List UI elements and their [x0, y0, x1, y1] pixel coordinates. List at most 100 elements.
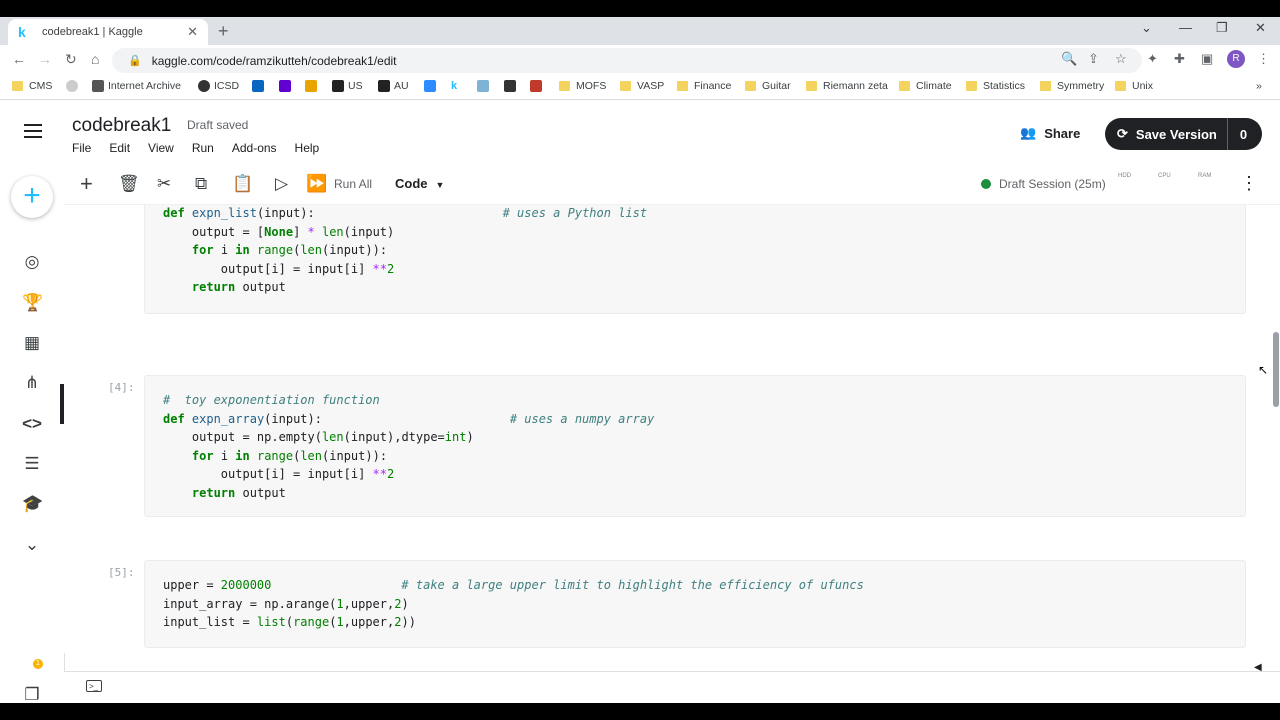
- code-cell[interactable]: upper = 2000000 # take a large upper lim…: [144, 560, 1246, 648]
- menu-run[interactable]: Run: [192, 141, 214, 155]
- url-text[interactable]: kaggle.com/code/ramzikutteh/codebreak1/e…: [152, 54, 397, 68]
- delete-icon[interactable]: 🗑: [118, 174, 140, 194]
- code-icon[interactable]: <>: [22, 414, 42, 434]
- models-icon[interactable]: ⋔: [22, 373, 42, 393]
- bookmark-vasp[interactable]: VASP: [620, 80, 664, 92]
- run-all-icon[interactable]: ⏩: [306, 174, 327, 194]
- bookmark-finance[interactable]: Finance: [677, 80, 731, 92]
- learn-icon[interactable]: 🎓: [22, 494, 43, 514]
- bookmark-cms[interactable]: CMS: [12, 80, 52, 92]
- cell-type-select[interactable]: Code ▼: [395, 176, 444, 191]
- bookmark-unix[interactable]: Unix: [1115, 80, 1153, 92]
- reload-icon[interactable]: ↻: [65, 51, 77, 68]
- cpu-meter: CPU: [1158, 173, 1171, 179]
- bookmark-internet-archive[interactable]: Internet Archive: [92, 80, 181, 92]
- create-button[interactable]: +: [11, 176, 53, 218]
- scrollbar-track[interactable]: [1272, 205, 1280, 653]
- run-cell-icon[interactable]: ▷: [275, 174, 288, 194]
- menu-help[interactable]: Help: [295, 141, 320, 155]
- add-cell-icon[interactable]: +: [80, 173, 93, 195]
- code-editor[interactable]: def expn_list(input): # uses a Python li…: [163, 205, 647, 297]
- browser-tab[interactable]: k codebreak1 | Kaggle ✕: [8, 19, 208, 45]
- run-all-button[interactable]: Run All: [334, 177, 372, 191]
- code-editor[interactable]: upper = 2000000 # take a large upper lim…: [163, 576, 864, 632]
- save-version-button[interactable]: ⟳ Save Version 0: [1105, 118, 1262, 150]
- share-page-icon[interactable]: ⇪: [1088, 51, 1099, 67]
- code-cell[interactable]: # toy exponentiation function def expn_a…: [144, 375, 1246, 517]
- folder-icon: [806, 81, 817, 91]
- paste-icon[interactable]: 📋: [232, 174, 253, 194]
- forward-icon[interactable]: →: [38, 51, 52, 67]
- share-button[interactable]: 👥 Share: [1020, 125, 1080, 141]
- table-icon[interactable]: ▦: [22, 333, 42, 353]
- bookmark-linkedin[interactable]: [252, 80, 268, 92]
- extensions-puzzle-icon[interactable]: ✚: [1174, 51, 1185, 67]
- recent-items-icon[interactable]: ❐: [22, 685, 42, 703]
- scrollbar-thumb[interactable]: [1273, 332, 1279, 407]
- bookmark-riemann-zeta[interactable]: Riemann zeta: [806, 80, 888, 92]
- compass-icon[interactable]: ◎: [22, 252, 42, 272]
- bookmark-guitar[interactable]: Guitar: [745, 80, 791, 92]
- browser-menu-icon[interactable]: ⋮: [1257, 51, 1270, 67]
- tab-search-icon[interactable]: ⌄: [1141, 20, 1152, 36]
- code-cell[interactable]: def expn_list(input): # uses a Python li…: [144, 205, 1246, 314]
- zoom-icon[interactable]: 🔍: [1061, 51, 1077, 67]
- minimize-icon[interactable]: —: [1179, 20, 1192, 35]
- menu-file[interactable]: File: [72, 141, 91, 155]
- archive-icon: [92, 80, 104, 92]
- bookmark-statistics[interactable]: Statistics: [966, 80, 1025, 92]
- more-bookmarks-icon[interactable]: »: [1256, 80, 1262, 92]
- bookmark-data[interactable]: [530, 80, 546, 92]
- code-editor[interactable]: # toy exponentiation function def expn_a…: [163, 391, 654, 502]
- trophy-icon[interactable]: 🏆: [22, 293, 43, 313]
- lock-icon[interactable]: 🔒: [128, 54, 142, 67]
- url-bar[interactable]: 🔒 kaggle.com/code/ramzikutteh/codebreak1…: [112, 48, 1142, 73]
- bookmark-mofs[interactable]: MOFS: [559, 80, 606, 92]
- hamburger-menu-icon[interactable]: [24, 124, 42, 142]
- bookmark-yahoo[interactable]: [279, 80, 295, 92]
- folder-icon: [1115, 81, 1126, 91]
- bookmark-amazon-us[interactable]: US: [332, 80, 363, 92]
- tab-strip: k codebreak1 | Kaggle ✕ + ⌄ — ❐ ✕: [0, 17, 1280, 45]
- bookmark-star-icon[interactable]: ☆: [1115, 51, 1127, 67]
- bookmark-amazon-au[interactable]: AU: [378, 80, 409, 92]
- window-close-icon[interactable]: ✕: [1255, 20, 1266, 36]
- chevron-down-icon[interactable]: ⌄: [22, 535, 42, 555]
- restore-icon[interactable]: ❐: [1216, 20, 1228, 36]
- profile-avatar[interactable]: R: [1227, 50, 1245, 68]
- menu-view[interactable]: View: [148, 141, 174, 155]
- terminal-icon[interactable]: >_: [86, 680, 102, 692]
- folder-icon: [677, 81, 688, 91]
- bookmark-symmetry[interactable]: Symmetry: [1040, 80, 1104, 92]
- side-panel-icon[interactable]: ▣: [1201, 51, 1213, 67]
- notebook-title[interactable]: codebreak1: [72, 115, 171, 137]
- save-status: Draft saved: [187, 118, 249, 132]
- menu-edit[interactable]: Edit: [109, 141, 130, 155]
- console-bar: >_ ◀: [64, 662, 1280, 703]
- session-status[interactable]: Draft Session (25m): [981, 177, 1106, 191]
- extension-icon[interactable]: ✦: [1147, 51, 1158, 67]
- new-tab-icon[interactable]: +: [218, 21, 229, 42]
- collapse-panel-icon[interactable]: ◀: [1254, 662, 1262, 673]
- close-tab-icon[interactable]: ✕: [187, 24, 198, 40]
- more-options-icon[interactable]: ⋮: [1240, 173, 1258, 194]
- copy-icon[interactable]: ⧉: [195, 174, 207, 194]
- bookmark-news[interactable]: [66, 80, 82, 92]
- home-icon[interactable]: ⌂: [91, 51, 99, 67]
- folder-icon: [12, 81, 23, 91]
- bookmark-chart[interactable]: [504, 80, 520, 92]
- bookmark-zoom[interactable]: [424, 80, 440, 92]
- bookmark-icsd[interactable]: ICSD: [198, 80, 239, 92]
- back-icon[interactable]: ←: [12, 51, 26, 67]
- bookmark-crystal[interactable]: [477, 80, 493, 92]
- discussion-icon[interactable]: ☰: [22, 454, 42, 474]
- bookmark-kaggle[interactable]: k: [451, 80, 467, 92]
- menu-add-ons[interactable]: Add-ons: [232, 141, 277, 155]
- save-icon: ⟳: [1117, 126, 1128, 141]
- left-sidebar: + ◎ 🏆 ▦ ⋔ <> ☰ 🎓 ⌄ ❐ 1: [0, 164, 65, 703]
- bookmark-climate[interactable]: Climate: [899, 80, 952, 92]
- session-status-dot: [981, 179, 991, 189]
- kaggle-favicon-icon: k: [18, 24, 26, 40]
- cut-icon[interactable]: ✂: [157, 174, 171, 194]
- bookmark-shopping[interactable]: [305, 80, 321, 92]
